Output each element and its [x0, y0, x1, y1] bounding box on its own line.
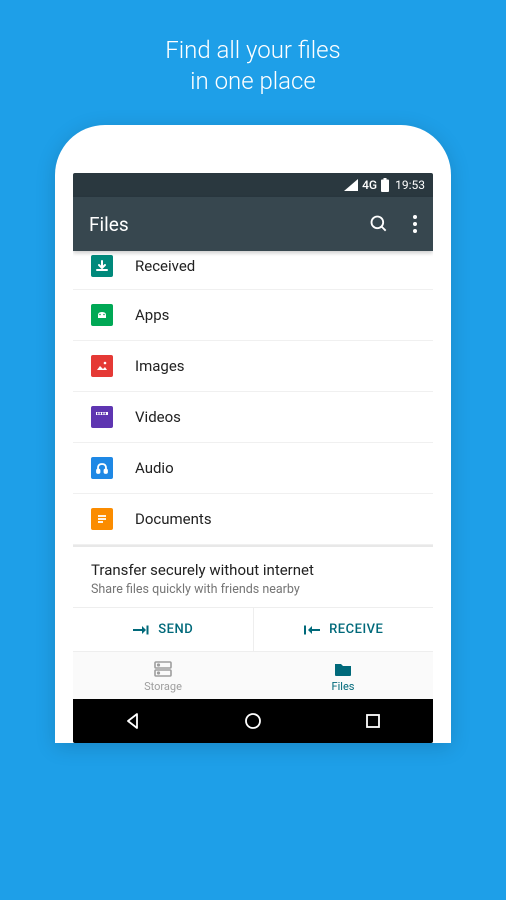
image-icon — [91, 355, 113, 377]
promo-heading: Find all your files in one place — [165, 35, 340, 97]
clock-label: 19:53 — [395, 178, 425, 192]
tab-storage[interactable]: Storage — [73, 652, 253, 699]
receive-button[interactable]: RECEIVE — [253, 608, 434, 651]
search-icon[interactable] — [369, 214, 389, 234]
receive-label: RECEIVE — [329, 622, 383, 637]
tab-storage-label: Storage — [144, 680, 182, 693]
promo-line1: Find all your files — [165, 36, 340, 64]
send-label: SEND — [158, 622, 193, 637]
bottom-nav: Storage Files — [73, 651, 433, 699]
list-item-audio[interactable]: Audio — [73, 443, 433, 494]
tab-files-label: Files — [332, 680, 355, 693]
send-button[interactable]: SEND — [73, 608, 253, 651]
status-bar: 4G 19:53 — [73, 173, 433, 197]
network-label: 4G — [362, 178, 377, 192]
signal-icon — [344, 179, 358, 191]
transfer-buttons: SEND RECEIVE — [73, 607, 433, 651]
android-icon — [91, 304, 113, 326]
list-item-documents[interactable]: Documents — [73, 494, 433, 545]
send-icon — [132, 623, 150, 637]
list-item-images[interactable]: Images — [73, 341, 433, 392]
tab-files[interactable]: Files — [253, 652, 433, 699]
transfer-title: Transfer securely without internet — [91, 561, 415, 579]
system-nav-bar — [73, 699, 433, 743]
home-button[interactable] — [235, 703, 271, 739]
transfer-section: Transfer securely without internet Share… — [73, 545, 433, 607]
back-button[interactable] — [115, 703, 151, 739]
item-label: Audio — [135, 459, 174, 477]
item-label: Apps — [135, 306, 169, 324]
item-label: Documents — [135, 510, 212, 528]
storage-icon — [153, 660, 173, 678]
phone-frame: 4G 19:53 Files Received — [55, 125, 451, 743]
download-icon — [91, 255, 113, 277]
promo-line2: in one place — [190, 67, 316, 95]
video-icon — [91, 406, 113, 428]
document-icon — [91, 508, 113, 530]
transfer-subtitle: Share files quickly with friends nearby — [91, 582, 415, 597]
category-list: Received Apps Images Videos — [73, 251, 433, 545]
folder-icon — [333, 660, 353, 678]
overflow-menu-icon[interactable] — [413, 215, 417, 233]
phone-screen: 4G 19:53 Files Received — [73, 173, 433, 743]
receive-icon — [303, 623, 321, 637]
battery-icon — [381, 178, 389, 192]
list-item-received[interactable]: Received — [73, 251, 433, 290]
item-label: Images — [135, 357, 185, 375]
app-bar: Files — [73, 197, 433, 251]
item-label: Received — [135, 257, 195, 275]
recents-button[interactable] — [355, 703, 391, 739]
list-item-apps[interactable]: Apps — [73, 290, 433, 341]
app-title: Files — [89, 213, 369, 236]
item-label: Videos — [135, 408, 181, 426]
list-item-videos[interactable]: Videos — [73, 392, 433, 443]
headphones-icon — [91, 457, 113, 479]
